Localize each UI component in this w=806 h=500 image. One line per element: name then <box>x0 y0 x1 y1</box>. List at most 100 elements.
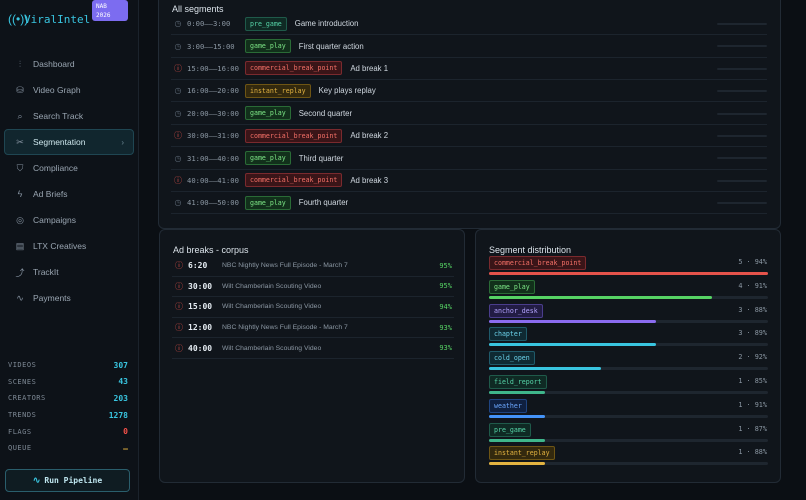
segment-row[interactable]: ⓘ 40:00––41:00 commercial_break_point Ad br… <box>171 170 767 193</box>
sidebar-stats: VIDEOS 307 SCENES 43 CREATORS 203 TRENDS 1278 FL… <box>8 357 128 457</box>
segment-time: 3:00––15:00 <box>187 41 235 51</box>
sidebar-item-campaigns[interactable]: ◎ Campaigns <box>4 207 134 233</box>
distribution-tag[interactable]: field_report <box>489 375 547 389</box>
stat-key: FLAGS <box>8 427 32 436</box>
activity-icon: ∿ <box>32 475 41 486</box>
stat-row: SCENES 43 <box>8 374 128 391</box>
stat-value: 1278 <box>108 410 128 420</box>
distribution-value: 3 · 89% <box>738 329 767 338</box>
segment-row[interactable]: ⓘ 30:00––31:00 commercial_break_point Ad br… <box>171 125 767 148</box>
distribution-row: field_report 1 · 85% <box>488 375 769 399</box>
clock-icon: ◷ <box>174 86 182 96</box>
segment-confidence-bar <box>717 157 767 160</box>
distribution-bar-fill <box>489 319 657 323</box>
sidebar-item-label: Compliance <box>33 163 78 173</box>
ad-break-row[interactable]: ⓘ 40:00 Wilt Chamberlain Scouting Video 93% <box>172 338 454 359</box>
distribution-value: 1 · 88% <box>738 448 767 457</box>
distribution-bar-track <box>489 438 768 442</box>
sidebar-item-label: Ad Briefs <box>33 189 68 199</box>
distribution-tag[interactable]: commercial_break_point <box>489 256 587 270</box>
segment-label: Second quarter <box>298 108 353 118</box>
target-icon: ◎ <box>16 214 24 225</box>
ad-break-time: 15:00 <box>188 302 213 312</box>
distribution-tag[interactable]: chapter <box>489 327 527 342</box>
stat-row: FLAGS 0 <box>8 423 128 440</box>
segment-row[interactable]: ◷ 31:00––40:00 game_play Third quarter <box>171 147 767 170</box>
stat-row: CREATORS 203 <box>8 390 128 407</box>
search-icon: ⌕ <box>17 110 23 121</box>
ad-break-row[interactable]: ⓘ 30:00 Wilt Chamberlain Scouting Video 95% <box>172 277 454 298</box>
distribution-tag[interactable]: anchor_desk <box>489 303 543 318</box>
sidebar-item-label: LTX Creatives <box>33 241 87 251</box>
ad-break-video-title: NBC Nightly News Full Episode - March 7 <box>222 324 348 332</box>
distribution-value: 2 · 92% <box>738 353 767 362</box>
panel-title: Segment distribution <box>489 245 572 255</box>
segment-row[interactable]: ◷ 3:00––15:00 game_play First quarter actio… <box>171 35 767 58</box>
sidebar-item-label: Search Track <box>33 111 84 121</box>
ad-break-row[interactable]: ⓘ 6:20 NBC Nightly News Full Episode - Mar… <box>172 256 454 277</box>
segment-tag: game_play <box>245 106 291 121</box>
ad-break-confidence: 95% <box>439 261 452 270</box>
distribution-value: 4 · 91% <box>738 281 767 290</box>
stat-key: VIDEOS <box>8 361 37 370</box>
scissors-icon: ✂ <box>16 136 24 147</box>
all-segments-panel: All segments ◷ 0:00––3:00 pre_game Game int… <box>158 0 781 229</box>
sidebar-item-compliance[interactable]: ⛉ Compliance <box>4 155 134 181</box>
segment-label: Ad break 3 <box>350 175 389 185</box>
ad-break-video-title: Wilt Chamberlain Scouting Video <box>222 303 322 311</box>
segment-row[interactable]: ⓘ 15:00––16:00 commercial_break_point Ad br… <box>171 58 767 81</box>
alert-circle-icon: ⓘ <box>175 302 183 312</box>
clock-icon: ◷ <box>174 41 182 51</box>
distribution-tag[interactable]: weather <box>489 398 527 413</box>
segment-row[interactable]: ◷ 16:00––20:00 instant_replay Key plays rep… <box>171 80 767 103</box>
sidebar-item-video-graph[interactable]: ⛁ Video Graph <box>4 77 134 103</box>
distribution-row: pre_game 1 · 87% <box>488 422 769 447</box>
panel-title: Ad breaks - corpus <box>173 245 249 255</box>
alert-circle-icon: ⓘ <box>174 131 182 141</box>
stat-key: TRENDS <box>8 411 37 420</box>
segment-label: Ad break 1 <box>350 63 389 73</box>
ad-break-row[interactable]: ⓘ 12:00 NBC Nightly News Full Episode - Ma… <box>172 318 454 339</box>
segment-row[interactable]: ◷ 20:00––30:00 game_play Second quarter <box>171 103 767 125</box>
ad-break-row[interactable]: ⓘ 15:00 Wilt Chamberlain Scouting Video 94% <box>172 297 454 318</box>
distribution-tag[interactable]: pre_game <box>489 422 531 437</box>
ad-break-video-title: Wilt Chamberlain Scouting Video <box>222 344 322 352</box>
sidebar-item-trackit[interactable]: ⤴ TrackIt <box>4 259 134 285</box>
sidebar-item-label: Dashboard <box>33 59 75 69</box>
run-pipeline-button[interactable]: ∿ Run Pipeline <box>5 469 130 492</box>
segment-label: Game introduction <box>294 19 359 29</box>
sidebar-item-payments[interactable]: ∿ Payments <box>4 285 134 311</box>
segment-time: 16:00––20:00 <box>187 86 239 96</box>
sidebar-nav: ⫶ Dashboard ⛁ Video Graph ⌕ Search Track ✂ Segm… <box>4 51 134 311</box>
distribution-row: commercial_break_point 5 · 94% <box>488 256 769 280</box>
stat-row: QUEUE — <box>8 440 128 457</box>
ad-break-time: 30:00 <box>188 281 213 291</box>
distribution-tag[interactable]: cold_open <box>489 351 535 366</box>
sidebar-item-segmentation[interactable]: ✂ Segmentation › <box>4 129 134 155</box>
distribution-bar-track <box>489 462 768 466</box>
run-pipeline-label: Run Pipeline <box>44 476 103 485</box>
stat-value: 203 <box>113 393 128 403</box>
clock-icon: ◷ <box>174 153 182 163</box>
segment-row[interactable]: ◷ 0:00––3:00 pre_game Game introduction <box>171 13 767 36</box>
distribution-bar-fill <box>489 367 601 371</box>
distribution-tag[interactable]: instant_replay <box>489 446 555 461</box>
sidebar-item-ltx-creatives[interactable]: ▤ LTX Creatives <box>4 233 134 259</box>
alert-circle-icon: ⓘ <box>175 281 183 291</box>
distribution-row: instant_replay 1 · 88% <box>488 446 769 470</box>
brand[interactable]: ((•)) ViralIntel <box>8 12 90 26</box>
distribution-bar-track <box>489 319 768 323</box>
distribution-bar-track <box>489 391 768 394</box>
distribution-tag[interactable]: game_play <box>489 279 535 294</box>
alert-circle-icon: ⓘ <box>174 175 182 185</box>
sidebar-item-dashboard[interactable]: ⫶ Dashboard <box>4 51 134 77</box>
distribution-row: chapter 3 · 89% <box>488 327 769 351</box>
segment-confidence-bar <box>717 90 767 93</box>
sidebar-item-ad-briefs[interactable]: ϟ Ad Briefs <box>4 181 134 207</box>
segment-row[interactable]: ◷ 41:00––50:00 game_play Fourth quarter <box>171 192 767 215</box>
distribution-bar-fill <box>489 295 713 299</box>
segment-label: Key plays replay <box>318 86 376 96</box>
sidebar-item-label: Video Graph <box>33 85 81 95</box>
badge-line-2: 2026 <box>96 12 111 19</box>
sidebar-item-search-track[interactable]: ⌕ Search Track <box>4 103 134 129</box>
